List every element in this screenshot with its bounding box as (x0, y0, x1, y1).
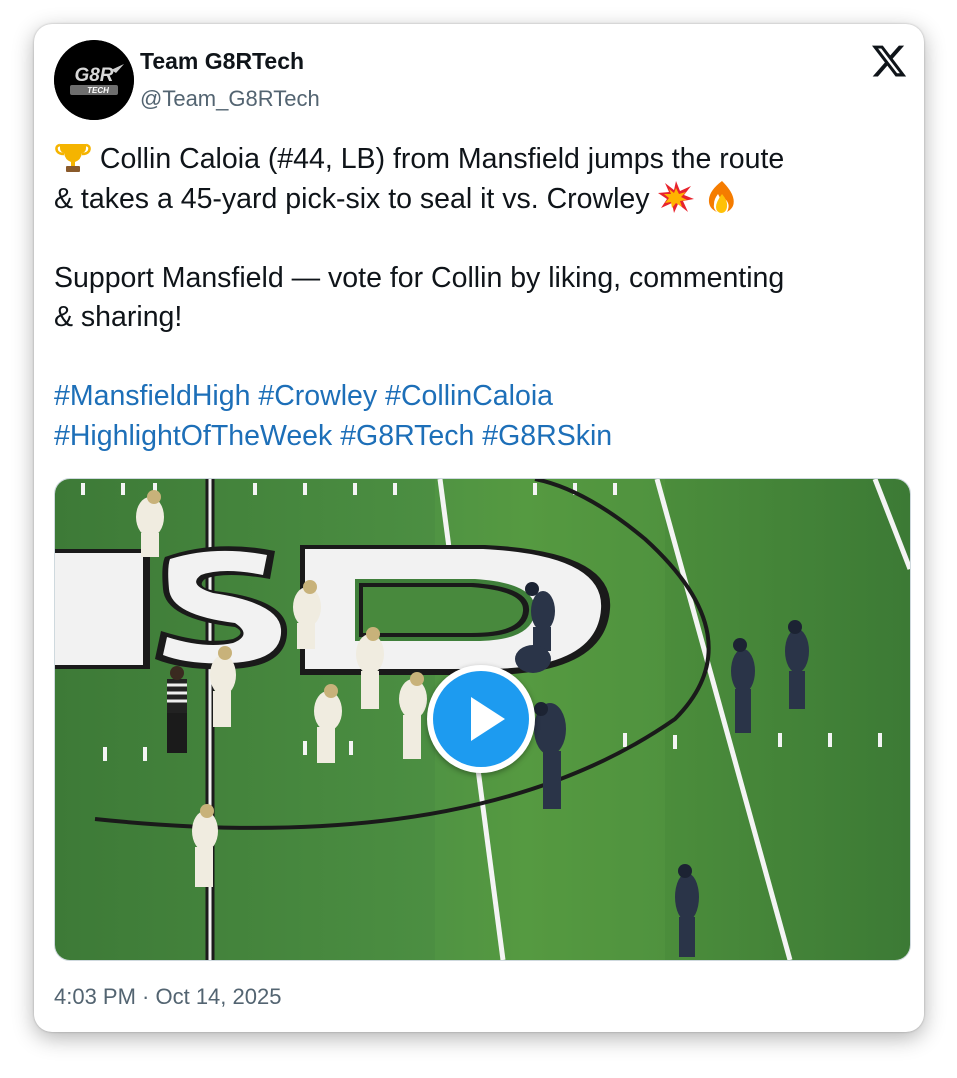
referee (167, 666, 187, 753)
collision-icon (657, 180, 695, 214)
hashtag-link[interactable]: #HighlightOfTheWeek (54, 420, 332, 452)
post-text: Collin Caloia (#44, LB) from Mansfield j… (54, 140, 910, 456)
post-timestamp[interactable]: 4:03 PM · Oct 14, 2025 (54, 984, 281, 1010)
x-logo-icon[interactable] (870, 42, 908, 80)
hashtag-line-1: #MansfieldHigh #Crowley #CollinCaloia (54, 377, 910, 417)
hashtag-link[interactable]: #CollinCaloia (385, 380, 553, 412)
post-card[interactable]: G8R TECH Team G8RTech @Team_G8RTech Coll… (34, 24, 924, 1032)
video-player[interactable] (54, 478, 911, 961)
post-text-line-1-text: Collin Caloia (#44, LB) from Mansfield j… (99, 143, 785, 175)
post-text-line-1: Collin Caloia (#44, LB) from Mansfield j… (54, 140, 910, 180)
hashtag-link[interactable]: #Crowley (258, 380, 377, 412)
svg-text:G8R: G8R (74, 65, 113, 86)
avatar[interactable]: G8R TECH (54, 40, 134, 120)
hashtag-link[interactable]: #G8RSkin (482, 420, 612, 452)
author-handle[interactable]: @Team_G8RTech (140, 86, 320, 112)
post-text-line-2: & takes a 45-yard pick-six to seal it vs… (54, 180, 910, 220)
post-text-line-4: & sharing! (54, 301, 183, 333)
trophy-icon (54, 140, 92, 174)
hashtag-link[interactable]: #MansfieldHigh (54, 380, 250, 412)
svg-text:TECH: TECH (87, 86, 109, 95)
post-text-line-3: Support Mansfield — vote for Collin by l… (54, 261, 785, 294)
play-icon (433, 671, 529, 767)
g8rtech-logo-icon: G8R TECH (54, 40, 134, 120)
hashtag-link[interactable]: #G8RTech (340, 420, 474, 452)
post-text-line-2-text: & takes a 45-yard pick-six to seal it vs… (54, 182, 650, 215)
author-display-name[interactable]: Team G8RTech (140, 48, 304, 75)
hashtag-line-2: #HighlightOfTheWeek #G8RTech #G8RSkin (54, 417, 910, 457)
fire-icon (703, 180, 741, 214)
play-button[interactable] (427, 665, 535, 773)
